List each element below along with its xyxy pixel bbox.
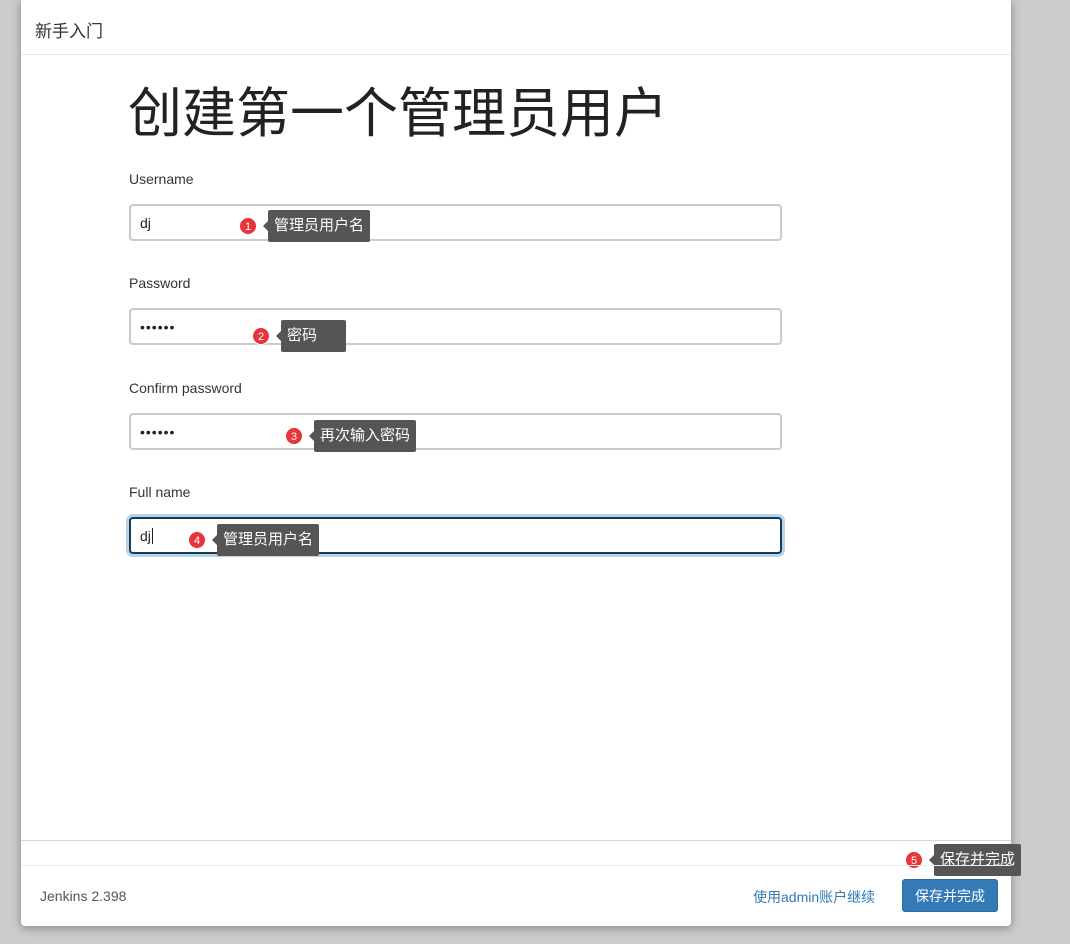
password-input[interactable]: •••••• bbox=[129, 308, 782, 345]
continue-as-admin-link[interactable]: 使用admin账户继续 bbox=[753, 887, 875, 907]
text-caret bbox=[151, 527, 153, 544]
password-value: •••••• bbox=[140, 318, 176, 335]
setup-dialog: 新手入门 创建第一个管理员用户 Username dj Password •••… bbox=[21, 0, 1022, 926]
page-title: 创建第一个管理员用户 bbox=[128, 84, 668, 144]
annotation-marker-5: 5 bbox=[905, 851, 923, 869]
annotation-marker-3: 3 bbox=[285, 427, 303, 445]
confirm-password-label: Confirm password bbox=[129, 380, 242, 396]
save-and-finish-button[interactable]: 保存并完成 bbox=[902, 879, 998, 912]
username-value: dj bbox=[140, 214, 151, 231]
annotation-tooltip-1: 管理员用户名 bbox=[262, 210, 371, 242]
annotation-marker-4: 4 bbox=[188, 531, 206, 549]
footer-divider-secondary bbox=[21, 865, 1011, 866]
confirm-password-input[interactable]: •••••• bbox=[129, 413, 782, 450]
full-name-label: Full name bbox=[129, 484, 191, 500]
annotation-tooltip-4: 管理员用户名 bbox=[211, 524, 320, 556]
jenkins-version: Jenkins 2.398 bbox=[40, 888, 127, 904]
username-input[interactable]: dj bbox=[129, 204, 782, 241]
full-name-value: dj bbox=[140, 527, 151, 544]
annotation-tooltip-5: 保存并完成 bbox=[928, 844, 1022, 876]
dialog-header: 新手入门 bbox=[21, 0, 1011, 55]
dialog-header-title: 新手入门 bbox=[35, 22, 103, 41]
annotation-tooltip-3: 再次输入密码 bbox=[308, 420, 417, 452]
password-label: Password bbox=[129, 275, 191, 291]
annotation-marker-2: 2 bbox=[252, 327, 270, 345]
confirm-password-value: •••••• bbox=[140, 423, 176, 440]
footer-divider bbox=[21, 840, 1011, 841]
annotation-marker-1: 1 bbox=[239, 217, 257, 235]
annotation-tooltip-2: 密码 bbox=[276, 320, 346, 352]
username-label: Username bbox=[129, 171, 194, 187]
